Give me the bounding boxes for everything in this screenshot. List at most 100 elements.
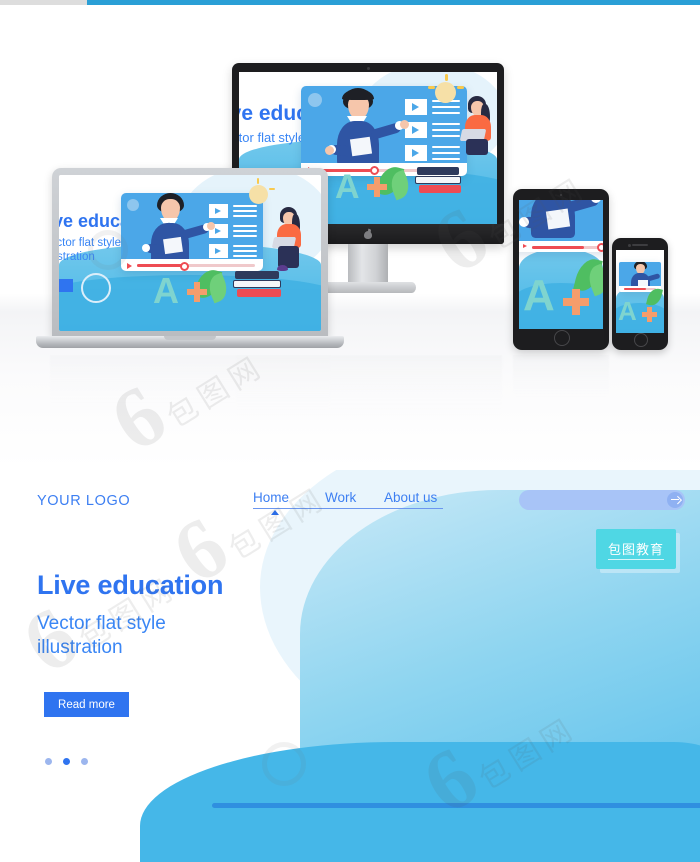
phone-camera-icon (628, 243, 631, 247)
playlist-line (432, 135, 460, 138)
plus-sign-v (194, 282, 200, 302)
play-triangle-icon (215, 227, 221, 234)
carousel-dots (45, 758, 107, 766)
hand-right (207, 222, 215, 230)
progress-fill (624, 288, 647, 290)
plus-sign-v (572, 289, 580, 315)
hero-wave-line (212, 803, 700, 808)
letter-a-grade: A (523, 271, 555, 320)
paper-sheet (163, 236, 183, 255)
read-more-button[interactable]: Read more (44, 692, 129, 717)
playlist-line (233, 230, 257, 233)
playlist-line (432, 106, 460, 109)
teacher-figure (141, 193, 215, 263)
student-girl-figure (271, 207, 311, 271)
hair-top (342, 89, 374, 100)
progress-knob (180, 261, 189, 271)
nav-underline (253, 508, 443, 510)
play-icon (127, 262, 132, 269)
progress-knob (370, 166, 379, 175)
letter-a-grade: A (618, 296, 637, 326)
lightbulb-sun-icon (435, 82, 456, 103)
page-root: Live education Vector flat style (0, 0, 700, 862)
video-control-bar (519, 241, 603, 252)
site-logo[interactable]: YOUR LOGO (37, 493, 130, 509)
monitor-camera-icon (366, 67, 370, 70)
sun-ray (445, 74, 448, 81)
student-girl-figure (459, 96, 497, 158)
nav-active-indicator (271, 510, 279, 515)
lightbulb-sun-icon (249, 185, 268, 204)
avatar (127, 199, 139, 211)
progress-fill (532, 245, 584, 249)
search-bar[interactable] (519, 490, 685, 510)
progress-fill (137, 264, 182, 267)
plus-sign-v (374, 177, 380, 197)
tablet-video-card (519, 200, 603, 252)
main-navigation: Home Work About us (253, 490, 443, 516)
playlist-line (432, 123, 460, 126)
progress-track (137, 264, 255, 267)
carousel-dot-active[interactable] (63, 758, 70, 765)
play-triangle-icon (215, 247, 221, 254)
tablet-scene: A (519, 200, 603, 329)
laptop-video-card (121, 193, 263, 271)
sun-ray (457, 86, 464, 89)
monitor-stand-neck (348, 244, 388, 284)
playlist-line (432, 112, 460, 115)
phone-speaker (632, 244, 648, 246)
play-triangle-icon (412, 149, 419, 157)
playlist-line (432, 146, 460, 149)
nav-item-home[interactable]: Home (253, 490, 289, 505)
avatar (308, 93, 322, 107)
playlist-line (233, 235, 257, 238)
tablet-camera-icon (559, 193, 563, 196)
carousel-dot[interactable] (81, 758, 88, 765)
nav-item-about-us[interactable]: About us (384, 490, 437, 505)
laptop-notch (164, 336, 216, 340)
tablet-mockup: A (513, 189, 609, 350)
playlist-line (233, 215, 257, 218)
legs (466, 139, 488, 155)
sun-ray (428, 86, 435, 89)
smartphone-mockup: A (612, 238, 668, 350)
paper-sheet (349, 136, 373, 157)
shoe (277, 265, 288, 271)
book (233, 280, 281, 288)
phone-screen: A (616, 250, 664, 333)
hand-right (400, 120, 409, 129)
play-triangle-icon (412, 126, 419, 134)
playlist-line (233, 245, 257, 248)
play-icon (523, 244, 527, 249)
playlist-line (233, 250, 257, 253)
phone-scene: A (616, 250, 664, 333)
cuff-left (142, 244, 150, 252)
progress-knob (597, 243, 603, 252)
playlist-line (432, 129, 460, 132)
hero-banner: A (0, 470, 700, 862)
progress-track (532, 245, 603, 249)
book (237, 289, 281, 297)
playlist-line (233, 210, 257, 213)
phone-home-button[interactable] (634, 332, 648, 347)
arrow-right-icon[interactable] (667, 492, 683, 508)
teacher-figure (325, 88, 409, 166)
playlist-line (233, 255, 257, 258)
watermark-ring (262, 742, 306, 786)
subtitle-line-2: illustration (37, 637, 123, 658)
laptop-screen-cta (59, 279, 73, 292)
tablet-reflection (513, 355, 609, 399)
book (417, 167, 459, 175)
promo-badge: 包图教育 (596, 529, 676, 569)
video-control-bar (121, 259, 263, 271)
monitor-reflection (236, 355, 502, 421)
tablet-home-button[interactable] (554, 330, 570, 346)
paper-sheet (545, 208, 571, 230)
page-title: Live education (37, 570, 224, 600)
cuff-left (519, 217, 529, 227)
playlist-line (432, 152, 460, 155)
nav-item-work[interactable]: Work (325, 490, 356, 505)
carousel-dot[interactable] (45, 758, 52, 765)
monitor-screen-subline: Vector flat style (239, 130, 306, 145)
play-triangle-icon (215, 207, 221, 214)
